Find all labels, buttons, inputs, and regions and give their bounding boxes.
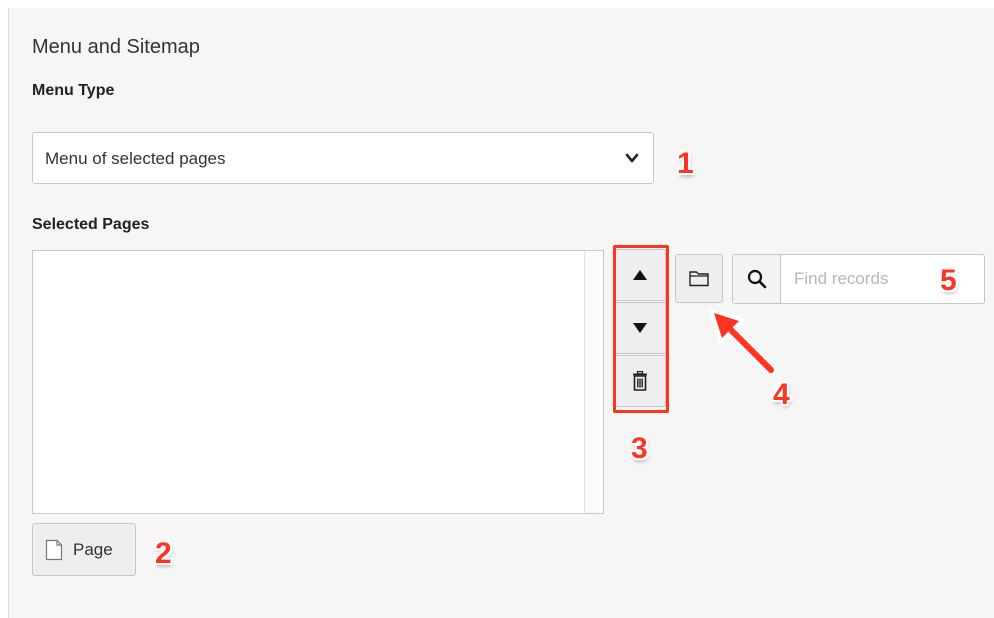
menu-type-selected-value: Menu of selected pages: [45, 149, 226, 168]
triangle-down-icon: [633, 323, 647, 333]
callout-4: 4: [773, 378, 790, 411]
callout-2: 2: [155, 537, 172, 570]
content-element-panel: Menu and Sitemap Menu Type Menu of selec…: [8, 8, 994, 618]
magnifier-icon: [747, 269, 767, 289]
search-addon: [733, 255, 781, 303]
callout-arrow: [709, 308, 777, 376]
selected-pages-listbox[interactable]: [32, 250, 604, 514]
callout-1: 1: [677, 147, 694, 180]
browse-records-button[interactable]: [675, 254, 723, 303]
selected-pages-label: Selected Pages: [32, 216, 150, 233]
folder-icon: [689, 271, 709, 287]
chevron-down-icon: [625, 153, 639, 163]
listbox-scrollbar[interactable]: [584, 251, 603, 513]
move-up-button[interactable]: [614, 249, 666, 301]
section-title: Menu and Sitemap: [32, 36, 200, 58]
callout-5: 5: [940, 264, 957, 297]
page-button-label: Page: [73, 540, 113, 559]
add-page-button[interactable]: Page: [32, 523, 136, 576]
callout-3: 3: [631, 432, 648, 465]
triangle-up-icon: [633, 270, 647, 280]
menu-type-select[interactable]: Menu of selected pages: [32, 132, 654, 184]
item-control-group: [614, 249, 666, 411]
move-down-button[interactable]: [614, 302, 666, 354]
trash-icon: [633, 371, 647, 391]
page-icon: [45, 539, 63, 561]
menu-type-label: Menu Type: [32, 82, 115, 99]
delete-button[interactable]: [614, 355, 666, 407]
